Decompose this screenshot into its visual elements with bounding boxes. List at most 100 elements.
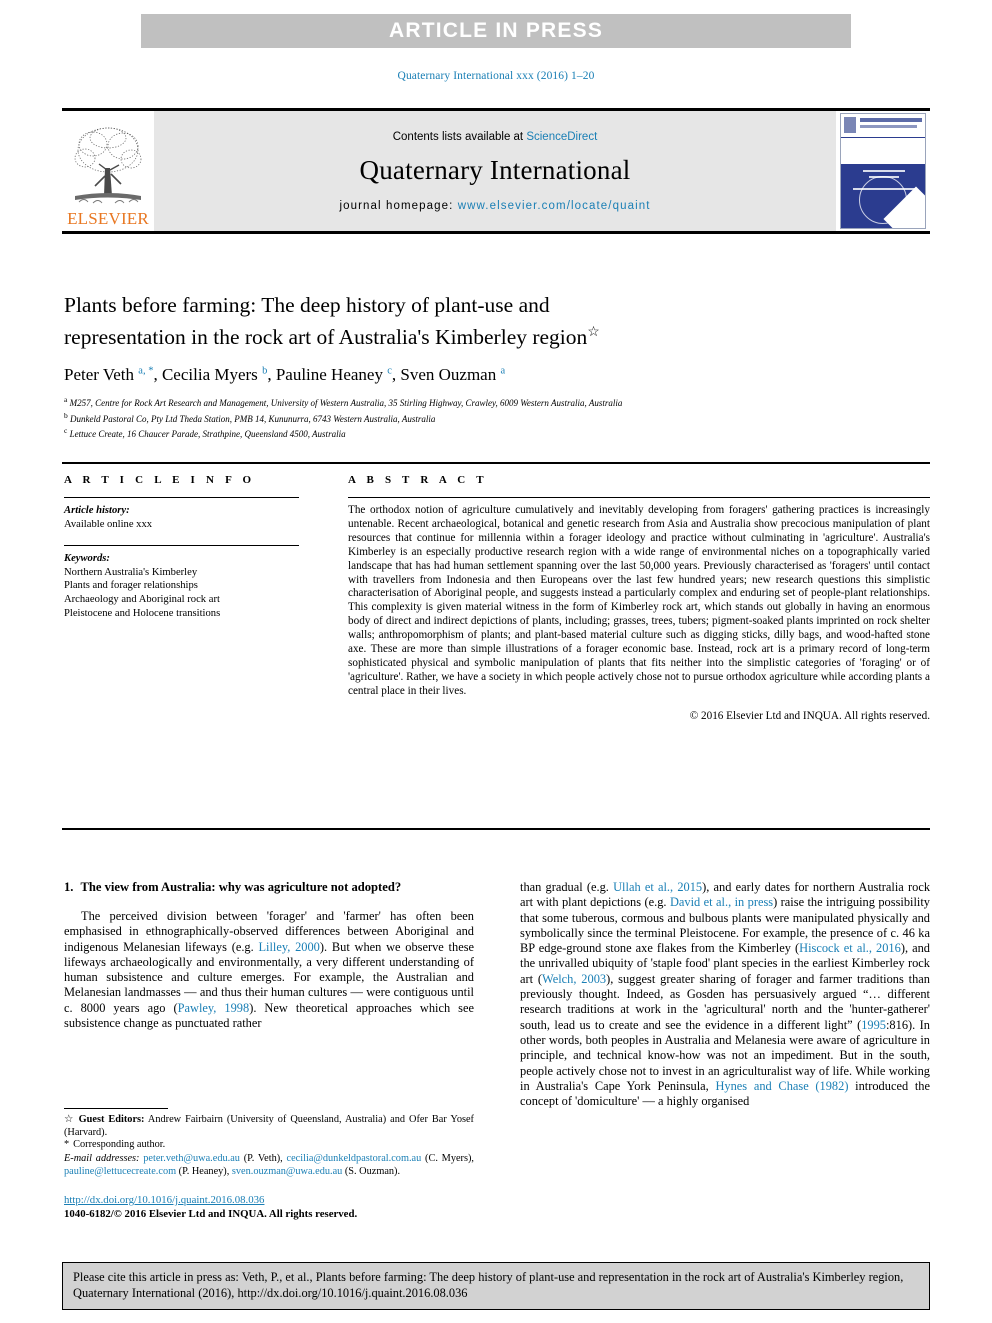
author-item: Pauline Heaney c	[276, 365, 392, 384]
author-affiliation-mark[interactable]: b	[262, 366, 267, 377]
please-cite-box: Please cite this article in press as: Ve…	[62, 1262, 930, 1310]
author-list: Peter Veth a, *, Cecilia Myers b, Paulin…	[64, 365, 506, 385]
keyword-item: Plants and forager relationships	[64, 580, 198, 592]
section-heading-1: 1. The view from Australia: why was agric…	[64, 880, 474, 895]
cover-white-panel	[841, 138, 925, 164]
sciencedirect-link[interactable]: ScienceDirect	[526, 131, 597, 143]
article-info-rule-1	[64, 497, 299, 498]
cover-subtitle-bar	[860, 125, 917, 128]
author-email-link[interactable]: peter.veth@uwa.edu.au	[143, 1153, 240, 1164]
footnote-block: ☆ Guest Editors: Andrew Fairbairn (Univer…	[64, 1108, 474, 1179]
author-name: Pauline Heaney	[275, 365, 383, 385]
citation-link[interactable]: Hynes and Chase (1982)	[715, 1079, 848, 1093]
article-title: Plants before farming: The deep history …	[64, 292, 864, 351]
affiliation-text: Dunkeld Pastoral Co, Pty Ltd Theda Stati…	[70, 413, 436, 424]
citation-link[interactable]: Lilley, 2000	[258, 940, 319, 954]
keywords-group: Keywords: Northern Australia's Kimberley…	[64, 552, 324, 620]
footnote-emails: E-mail addresses: peter.veth@uwa.edu.au …	[64, 1153, 474, 1178]
author-email-owner: (C. Myers),	[421, 1153, 474, 1165]
citation-link[interactable]: Ullah et al., 2015	[613, 880, 702, 894]
article-title-line-2: representation in the rock art of Austra…	[64, 325, 588, 350]
journal-homepage-url[interactable]: www.elsevier.com/locate/quaint	[458, 200, 651, 212]
author-email-owner: (P. Heaney),	[176, 1165, 232, 1177]
cover-title-bar	[860, 118, 922, 122]
journal-homepage-label: journal homepage:	[339, 199, 458, 212]
body-column-right: than gradual (e.g. Ullah et al., 2015), …	[520, 880, 930, 1109]
cover-header-band	[841, 114, 925, 138]
citation-link[interactable]: Welch, 2003	[542, 972, 606, 986]
title-footnote-star[interactable]: ☆	[587, 325, 600, 340]
author-affiliation-mark[interactable]: a, *	[138, 366, 153, 377]
paragraph-text: than gradual (e.g.	[520, 880, 614, 894]
abstract-copyright: © 2016 Elsevier Ltd and INQUA. All right…	[689, 709, 930, 722]
footnote-corresponding-author: * Corresponding author.	[64, 1139, 474, 1152]
article-info-column: A R T I C L E I N F O Article history: A…	[64, 474, 324, 634]
body-column-left: 1. The view from Australia: why was agric…	[64, 880, 474, 1031]
journal-masthead: ELSEVIER Contents lists available at Sci…	[62, 108, 930, 234]
abstract-section-top-rule	[62, 462, 930, 464]
affiliation-item: c Lettuce Create, 16 Chaucer Parade, Str…	[64, 425, 864, 440]
contents-lists-prefix: Contents lists available at	[392, 130, 527, 143]
body-paragraph-left: The perceived division between 'forager'…	[64, 909, 474, 1031]
author-affiliation-mark[interactable]: c	[387, 366, 392, 377]
corresponding-author-text: Corresponding author.	[73, 1139, 166, 1151]
footnote-separator-rule	[64, 1108, 168, 1109]
email-addresses-label: E-mail addresses:	[64, 1153, 144, 1165]
article-history-group: Article history: Available online xxx	[64, 504, 324, 531]
author-email-link[interactable]: pauline@lettucecreate.com	[64, 1166, 176, 1177]
keyword-item: Archaeology and Aboriginal rock art	[64, 593, 220, 605]
affiliation-mark: a	[64, 395, 68, 405]
elsevier-wordmark: ELSEVIER	[67, 209, 149, 228]
masthead-center: Contents lists available at ScienceDirec…	[154, 111, 836, 231]
body-paragraph-right: than gradual (e.g. Ullah et al., 2015), …	[520, 880, 930, 1109]
abstract-section-bottom-rule	[62, 828, 930, 830]
journal-homepage-line: journal homepage: www.elsevier.com/locat…	[339, 200, 650, 212]
affiliation-list: a M257, Centre for Rock Art Research and…	[64, 394, 864, 440]
author-name: Peter Veth	[64, 365, 135, 385]
keyword-item: Pleistocene and Holocene transitions	[64, 607, 221, 619]
doi-link[interactable]: http://dx.doi.org/10.1016/j.quaint.2016.…	[64, 1193, 484, 1207]
author-email-link[interactable]: cecilia@dunkeldpastoral.com.au	[287, 1153, 422, 1164]
journal-cover-image	[840, 113, 926, 229]
author-name: Cecilia Myers	[161, 365, 258, 385]
doi-block: http://dx.doi.org/10.1016/j.quaint.2016.…	[64, 1193, 484, 1221]
title-block: Plants before farming: The deep history …	[64, 292, 864, 441]
abstract-rule	[348, 497, 930, 498]
footnote-star-mark: ☆	[64, 1114, 75, 1125]
citation-link[interactable]: Hiscock et al., 2016	[799, 941, 901, 955]
footnote-guest-editors: ☆ Guest Editors: Andrew Fairbairn (Univer…	[64, 1114, 474, 1139]
affiliation-text: M257, Centre for Rock Art Research and M…	[69, 398, 623, 409]
article-in-press-banner: ARTICLE IN PRESS	[141, 14, 851, 48]
please-cite-text: Please cite this article in press as: Ve…	[73, 1270, 904, 1301]
author-email-owner: (S. Ouzman).	[342, 1165, 401, 1177]
citation-link[interactable]: 1995	[861, 1018, 886, 1032]
affiliation-item: b Dunkeld Pastoral Co, Pty Ltd Theda Sta…	[64, 410, 864, 425]
citation-link[interactable]: Pawley, 1998	[178, 1001, 250, 1015]
article-history-label: Article history:	[64, 505, 130, 516]
abstract-text: The orthodox notion of agriculture cumul…	[348, 504, 930, 697]
author-email-link[interactable]: sven.ouzman@uwa.edu.au	[232, 1166, 342, 1177]
issn-copyright-line: 1040-6182/© 2016 Elsevier Ltd and INQUA.…	[64, 1208, 358, 1220]
journal-title: Quaternary International	[359, 154, 631, 185]
contents-lists-line: Contents lists available at ScienceDirec…	[393, 131, 598, 143]
affiliation-text: Lettuce Create, 16 Chaucer Parade, Strat…	[69, 429, 346, 440]
running-head-citation: Quaternary International xxx (2016) 1–20	[397, 70, 595, 82]
elsevier-tree-icon	[74, 127, 142, 204]
author-affiliation-mark[interactable]: a	[500, 366, 505, 377]
article-history-value: Available online xxx	[64, 518, 153, 530]
citation-link[interactable]: David et al., in press	[670, 895, 773, 909]
article-in-press-label: ARTICLE IN PRESS	[388, 19, 604, 42]
keywords-label: Keywords:	[64, 553, 110, 565]
abstract-heading: A B S T R A C T	[348, 474, 488, 486]
cover-text-line-1	[863, 170, 905, 172]
elsevier-logo: ELSEVIER	[62, 111, 154, 231]
guest-editors-label: Guest Editors:	[78, 1114, 145, 1125]
affiliation-item: a M257, Centre for Rock Art Research and…	[64, 394, 864, 409]
article-info-rule-2	[64, 545, 299, 547]
author-item: Sven Ouzman a	[400, 365, 505, 384]
section-number: 1.	[64, 880, 74, 894]
article-title-line-1: Plants before farming: The deep history …	[64, 293, 550, 317]
abstract-column: A B S T R A C T The orthodox notion of a…	[348, 474, 930, 722]
article-info-heading: A R T I C L E I N F O	[64, 474, 256, 486]
affiliation-mark: b	[64, 410, 68, 420]
